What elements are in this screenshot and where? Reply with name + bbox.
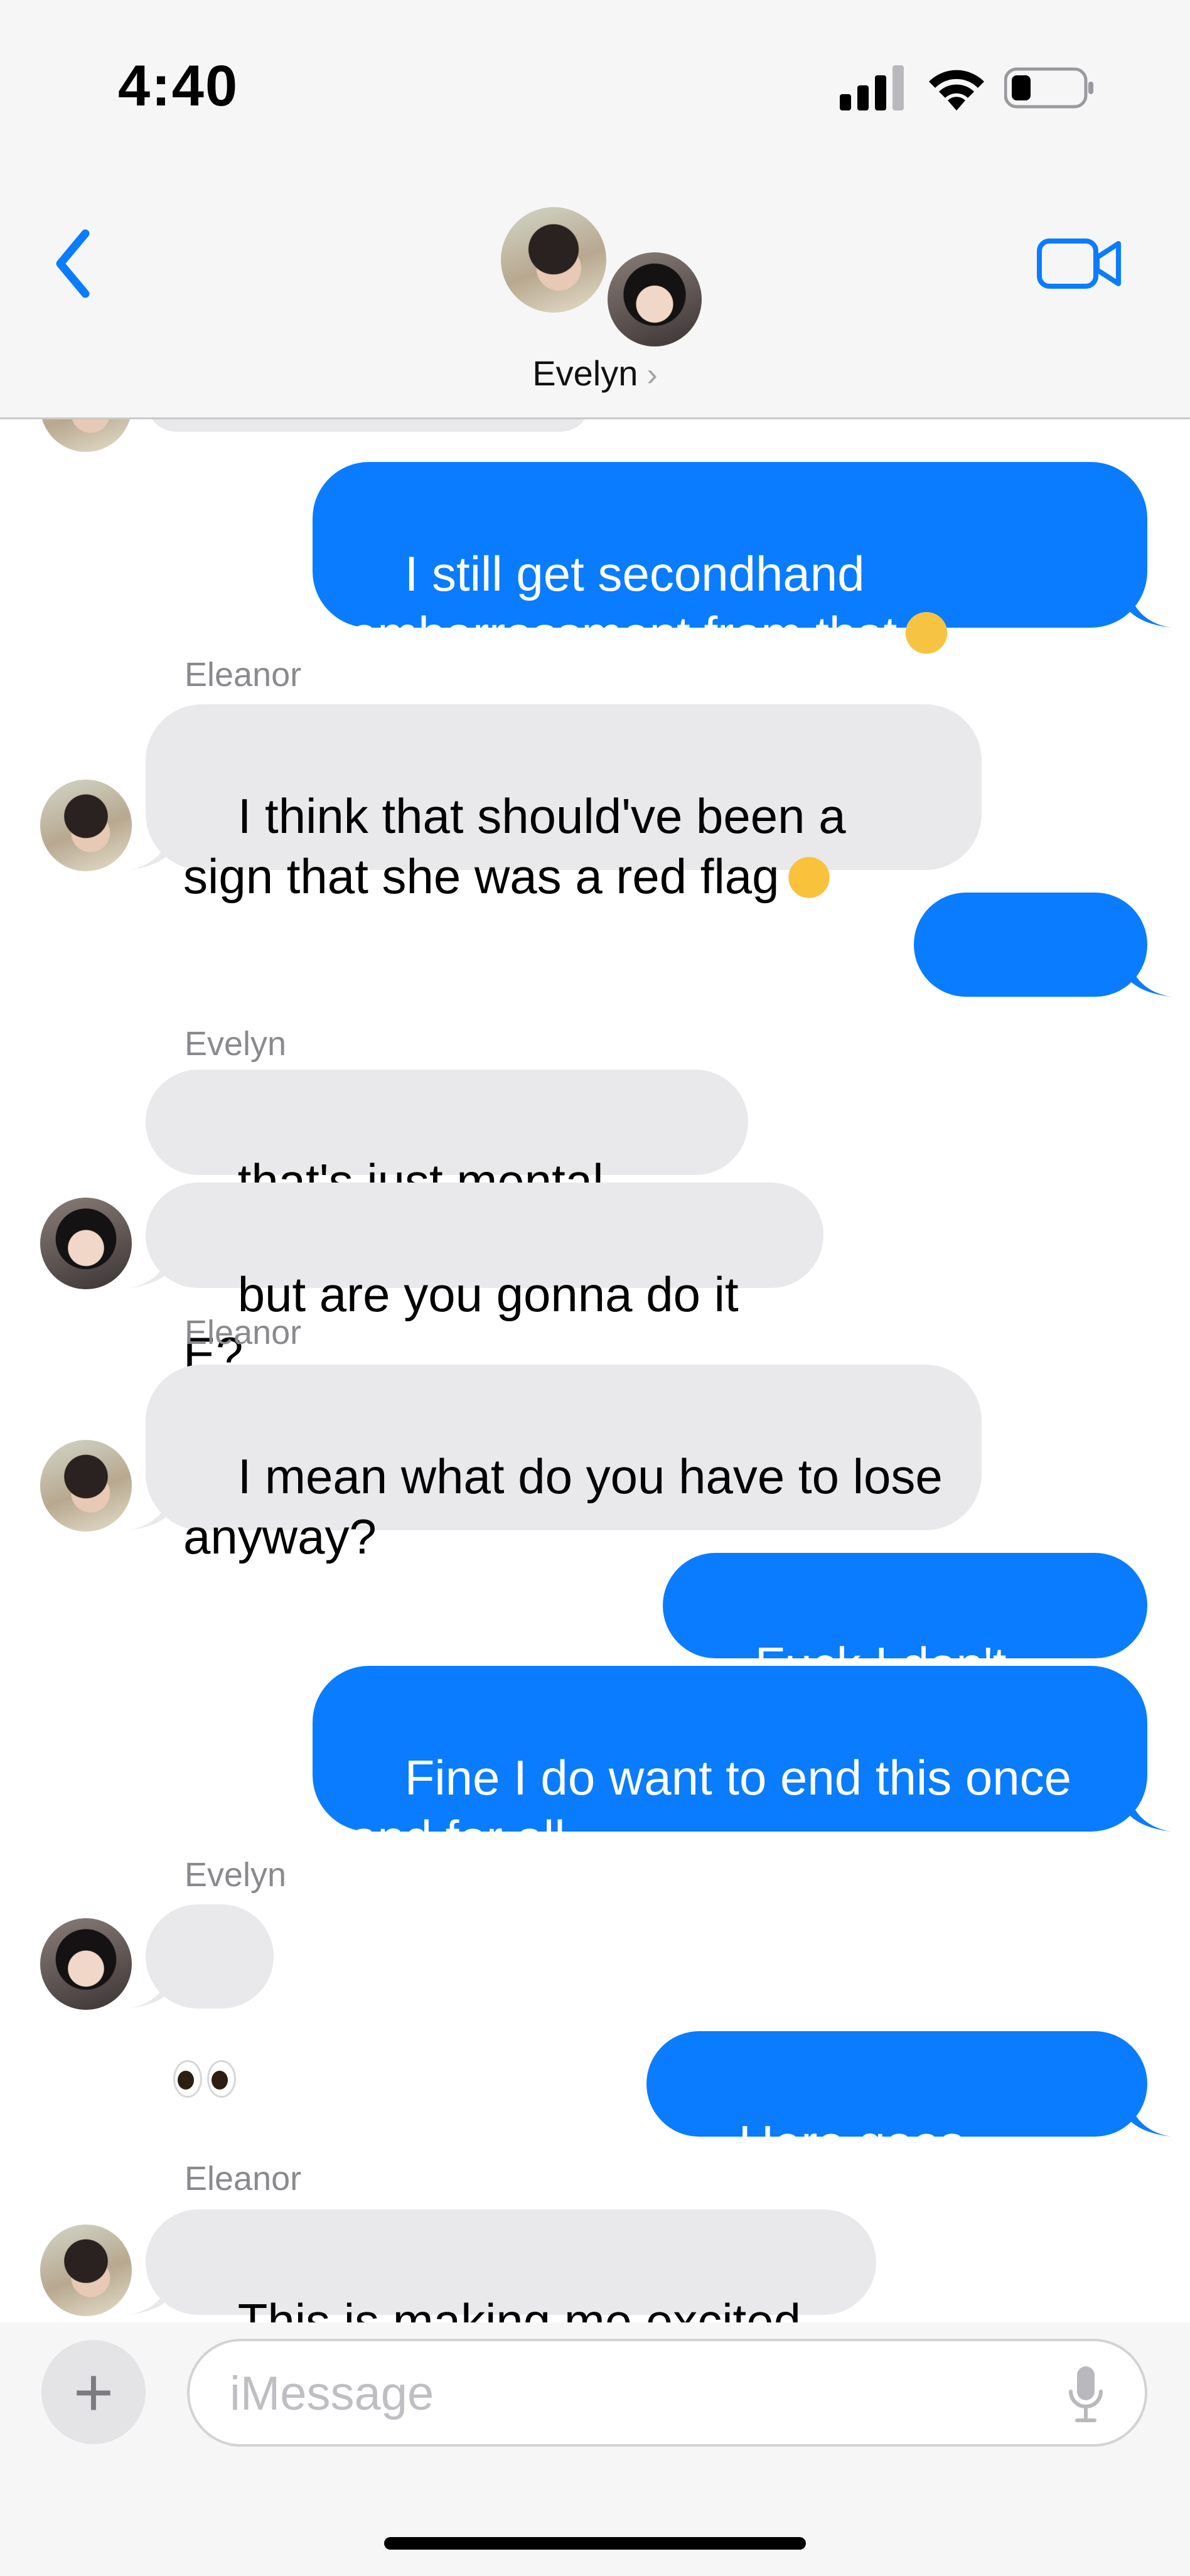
message-field[interactable] <box>187 2339 1147 2447</box>
message-text: Yeah.. <box>951 1037 1089 1092</box>
message-bubble-incoming[interactable]: I think that should've been a sign that … <box>146 704 982 904</box>
sender-name: Evelyn <box>185 1856 287 1894</box>
bubble-tail <box>1127 953 1171 997</box>
bubble-tail <box>128 1486 172 1530</box>
status-bar: 4:40 <box>0 0 1190 163</box>
back-chevron-icon[interactable] <box>49 226 99 301</box>
bubble-tail <box>1127 2093 1171 2137</box>
eye-shape <box>207 2060 236 2098</box>
avatar[interactable] <box>40 1918 132 2010</box>
battery-icon <box>1004 67 1093 109</box>
message-composer: + <box>0 2322 1190 2576</box>
video-call-icon[interactable] <box>1036 232 1123 295</box>
contact-name-label: Evelyn <box>532 353 638 393</box>
message-thread[interactable]: I still get secondhand embarrassment fro… <box>0 419 1190 2322</box>
message-text: I mean what do you have to lose anyway? <box>183 1449 943 1564</box>
group-avatar-eleanor[interactable] <box>501 207 606 313</box>
avatar[interactable] <box>40 780 132 871</box>
message-text: This is making me excited af <box>237 2294 801 2322</box>
group-avatar-evelyn[interactable] <box>604 249 705 350</box>
message-bubble-incoming[interactable]: I mean what do you have to lose anyway? <box>146 1365 982 1564</box>
bubble-tail <box>128 2271 172 2315</box>
chevron-right-icon: › <box>646 357 658 393</box>
partial-message-bubble <box>146 419 591 432</box>
wifi-icon <box>929 70 984 110</box>
avatar <box>40 419 132 452</box>
message-bubble-incoming[interactable]: that's just mental omfg <box>146 1070 748 1269</box>
contact-name[interactable]: Evelyn › <box>0 353 1190 394</box>
message-bubble-outgoing[interactable]: Fuck I don't know <box>663 1553 1147 1752</box>
avatar[interactable] <box>40 2224 132 2316</box>
sender-name: Eleanor <box>185 1314 302 1351</box>
message-input[interactable] <box>228 2341 1047 2445</box>
status-time: 4:40 <box>118 54 239 118</box>
message-text: I think that should've been a sign that … <box>183 788 846 904</box>
message-bubble-outgoing[interactable]: Yeah.. <box>914 893 1147 1092</box>
cellular-signal-icon <box>840 65 904 110</box>
bubble-tail <box>1127 584 1171 628</box>
avatar[interactable] <box>40 1198 132 1289</box>
laughing-emoji-icon <box>785 854 832 901</box>
message-bubble-outgoing[interactable]: Here goes nothing <box>646 2031 1147 2231</box>
message-text: Fine I do want to end this once and for … <box>350 1750 1072 1865</box>
plus-icon: + <box>73 2353 114 2431</box>
sender-name: Eleanor <box>185 656 302 694</box>
bubble-tail <box>128 826 172 870</box>
message-bubble-incoming[interactable]: but are you gonna do it E? <box>146 1183 823 1382</box>
add-attachment-button[interactable]: + <box>41 2340 146 2444</box>
bubble-tail <box>1127 1788 1171 1832</box>
eyes-emoji-icon <box>171 2045 239 2105</box>
message-text: I still get secondhand embarrassment fro… <box>350 546 898 662</box>
sender-name: Eleanor <box>185 2160 302 2198</box>
microphone-icon[interactable] <box>1067 2364 1105 2427</box>
facepalm-emoji-icon <box>903 612 950 658</box>
conversation-header: Evelyn › <box>0 163 1190 419</box>
bubble-tail <box>128 1244 172 1288</box>
message-bubble-outgoing[interactable]: Fine I do want to end this once and for … <box>313 1666 1147 1865</box>
message-bubble-incoming[interactable]: This is making me excited af <box>146 2209 876 2322</box>
sender-name: Evelyn <box>185 1025 287 1063</box>
home-indicator <box>384 2537 806 2550</box>
eye-shape <box>173 2060 202 2098</box>
avatar[interactable] <box>40 1440 132 1532</box>
message-bubble-outgoing[interactable]: I still get secondhand embarrassment fro… <box>313 462 1147 662</box>
bubble-tail <box>128 1965 172 2009</box>
